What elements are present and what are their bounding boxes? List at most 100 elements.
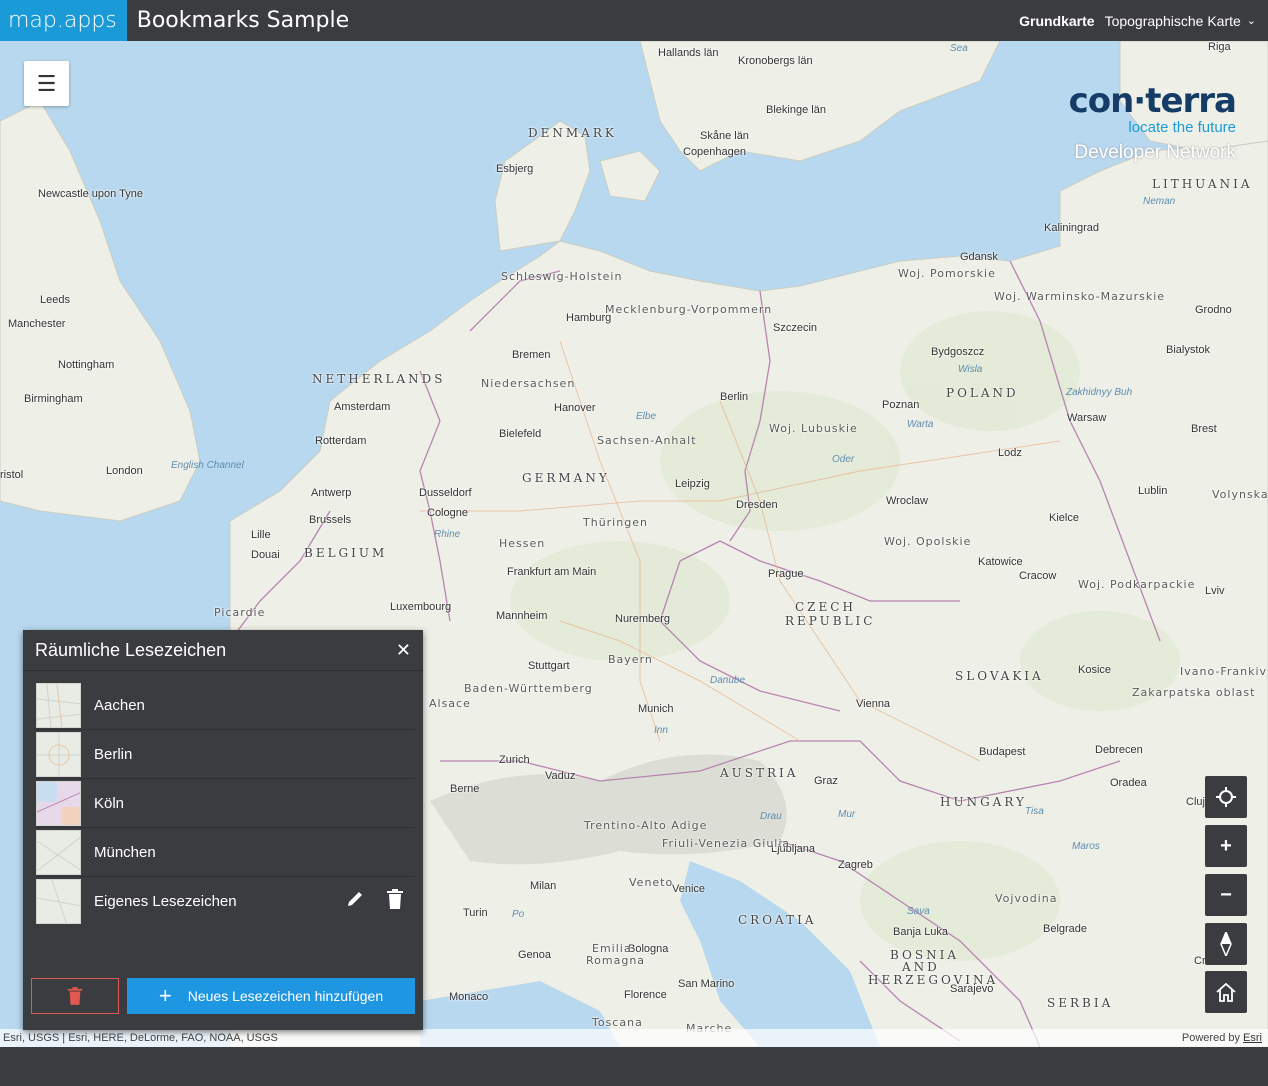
zoom-out-button[interactable]: −: [1205, 874, 1247, 916]
bookmark-item[interactable]: Aachen: [36, 681, 415, 730]
compass-button[interactable]: [1205, 923, 1247, 965]
pencil-icon: [348, 892, 362, 906]
map-region: Sea: [950, 43, 968, 54]
crosshair-icon: [1216, 787, 1236, 807]
bookmarks-panel: Räumliche Lesezeichen ✕ Aachen Berlin Kö…: [23, 630, 423, 1030]
map-city: Bialystok: [1166, 344, 1211, 356]
map-city: ristol: [0, 469, 24, 481]
map-region: Niedersachsen: [481, 377, 576, 390]
map-city: Lodz: [998, 447, 1022, 459]
map-region: Woj. Opolskie: [884, 535, 972, 548]
panel-title: Räumliche Lesezeichen: [35, 639, 227, 660]
map-city: Lille: [251, 529, 271, 541]
bookmark-item[interactable]: Köln: [36, 779, 415, 828]
map-city: Luxembourg: [390, 601, 452, 613]
app-root: map.apps Bookmarks Sample Grundkarte Top…: [0, 0, 1268, 1086]
map-city: Leipzig: [675, 478, 710, 490]
map-city: Esbjerg: [496, 163, 534, 175]
home-button[interactable]: [1205, 971, 1247, 1013]
app-title: Bookmarks Sample: [136, 8, 350, 33]
map-water: Rhine: [434, 529, 461, 540]
close-icon[interactable]: ✕: [396, 640, 411, 661]
compass-icon: [1220, 932, 1232, 956]
map-water: Tisa: [1025, 806, 1044, 817]
basemap-selector[interactable]: Grundkarte Topographische Karte ⌄: [1019, 0, 1256, 41]
bookmark-item[interactable]: Eigenes Lesezeichen: [36, 877, 415, 926]
map-label-and: AND: [902, 960, 940, 974]
map-label-republic: REPUBLIC: [785, 614, 876, 628]
map-water: Sava: [907, 906, 930, 917]
bookmark-list: Aachen Berlin Köln München Eigenes Lesez…: [23, 671, 423, 926]
map-city: Graz: [814, 775, 838, 787]
map-water: Po: [512, 909, 525, 920]
map-water: Inn: [654, 725, 668, 736]
bookmark-name: Aachen: [94, 696, 145, 714]
brand-logo[interactable]: map.apps: [0, 0, 127, 41]
map-city: Banja Luka: [893, 926, 949, 938]
map-city: Monaco: [449, 991, 489, 1003]
bookmark-name: Eigenes Lesezeichen: [94, 893, 237, 910]
map-city: Stuttgart: [528, 660, 570, 672]
delete-all-button[interactable]: [31, 978, 119, 1014]
map-city: Florence: [624, 989, 667, 1001]
map-water: Mur: [838, 809, 856, 820]
minus-icon: −: [1220, 883, 1232, 906]
map-label-netherlands: NETHERLANDS: [312, 372, 446, 386]
trash-icon: [387, 889, 403, 909]
map-city: Vojvodina: [995, 892, 1058, 905]
map-city: Genoa: [518, 949, 552, 961]
map-city: Oradea: [1110, 777, 1147, 789]
map-city: Dusseldorf: [419, 487, 472, 499]
map-city: Kaliningrad: [1044, 222, 1100, 234]
map-city: Zagreb: [838, 859, 873, 871]
map-region: Friuli-Venezia Giulia: [662, 837, 791, 850]
map-city: Brussels: [309, 514, 352, 526]
delete-button[interactable]: [375, 889, 415, 914]
panel-footer: + Neues Lesezeichen hinzufügen: [31, 978, 415, 1014]
conterra-logo: con·terra locate the future Developer Ne…: [1069, 81, 1237, 164]
home-icon: [1216, 982, 1236, 1002]
map-region: Alsace: [429, 697, 471, 710]
map-region: Schleswig-Holstein: [501, 270, 623, 283]
esri-link[interactable]: Esri: [1243, 1032, 1262, 1044]
map-label-poland: POLAND: [946, 386, 1019, 400]
edit-button[interactable]: [335, 889, 375, 914]
map-city: Amsterdam: [334, 401, 391, 413]
map-region: Woj. Podkarpackie: [1078, 578, 1196, 591]
map-city: Cologne: [427, 507, 468, 519]
map-city: Milan: [530, 880, 557, 892]
map-region: Woj. Pomorskie: [898, 267, 996, 280]
bookmark-item[interactable]: München: [36, 828, 415, 877]
menu-button[interactable]: ☰: [24, 61, 69, 106]
map-city: Toscana: [592, 1016, 643, 1029]
map-region: Volynska oblast: [1212, 488, 1268, 501]
map-region: Thüringen: [583, 516, 648, 529]
map-city: Bremen: [512, 349, 551, 361]
map-city: Veneto: [629, 876, 674, 889]
map-city: Poznan: [882, 399, 920, 411]
basemap-value[interactable]: Topographische Karte: [1105, 13, 1241, 29]
chevron-down-icon[interactable]: ⌄: [1247, 14, 1256, 27]
map-city: San Marino: [678, 978, 735, 990]
powered-by: Powered by Esri: [1182, 1032, 1262, 1044]
trash-icon: [67, 987, 83, 1005]
map-city: Gdansk: [960, 251, 998, 263]
zoom-in-button[interactable]: +: [1205, 825, 1247, 867]
map-city: Nuremberg: [615, 613, 671, 625]
map-city: Lviv: [1205, 585, 1225, 597]
locate-button[interactable]: [1205, 776, 1247, 818]
map-city: Mannheim: [496, 610, 548, 622]
map-region: Baden-Württemberg: [464, 682, 593, 695]
map-region: Zakarpatska oblast: [1132, 686, 1256, 699]
map-region: Woj. Lubuskie: [769, 422, 858, 435]
map-label-croatia: CROATIA: [738, 913, 817, 927]
map-city: Birmingham: [24, 393, 83, 405]
add-bookmark-button[interactable]: + Neues Lesezeichen hinzufügen: [127, 978, 415, 1014]
map-city: Manchester: [8, 318, 66, 330]
bookmark-item[interactable]: Berlin: [36, 730, 415, 779]
map-city: Newcastle upon Tyne: [38, 188, 143, 200]
map-city: Nottingham: [58, 359, 115, 371]
map-label-denmark: DENMARK: [528, 126, 617, 140]
map-water: Maros: [1072, 841, 1100, 852]
map-city: Szczecin: [773, 322, 818, 334]
